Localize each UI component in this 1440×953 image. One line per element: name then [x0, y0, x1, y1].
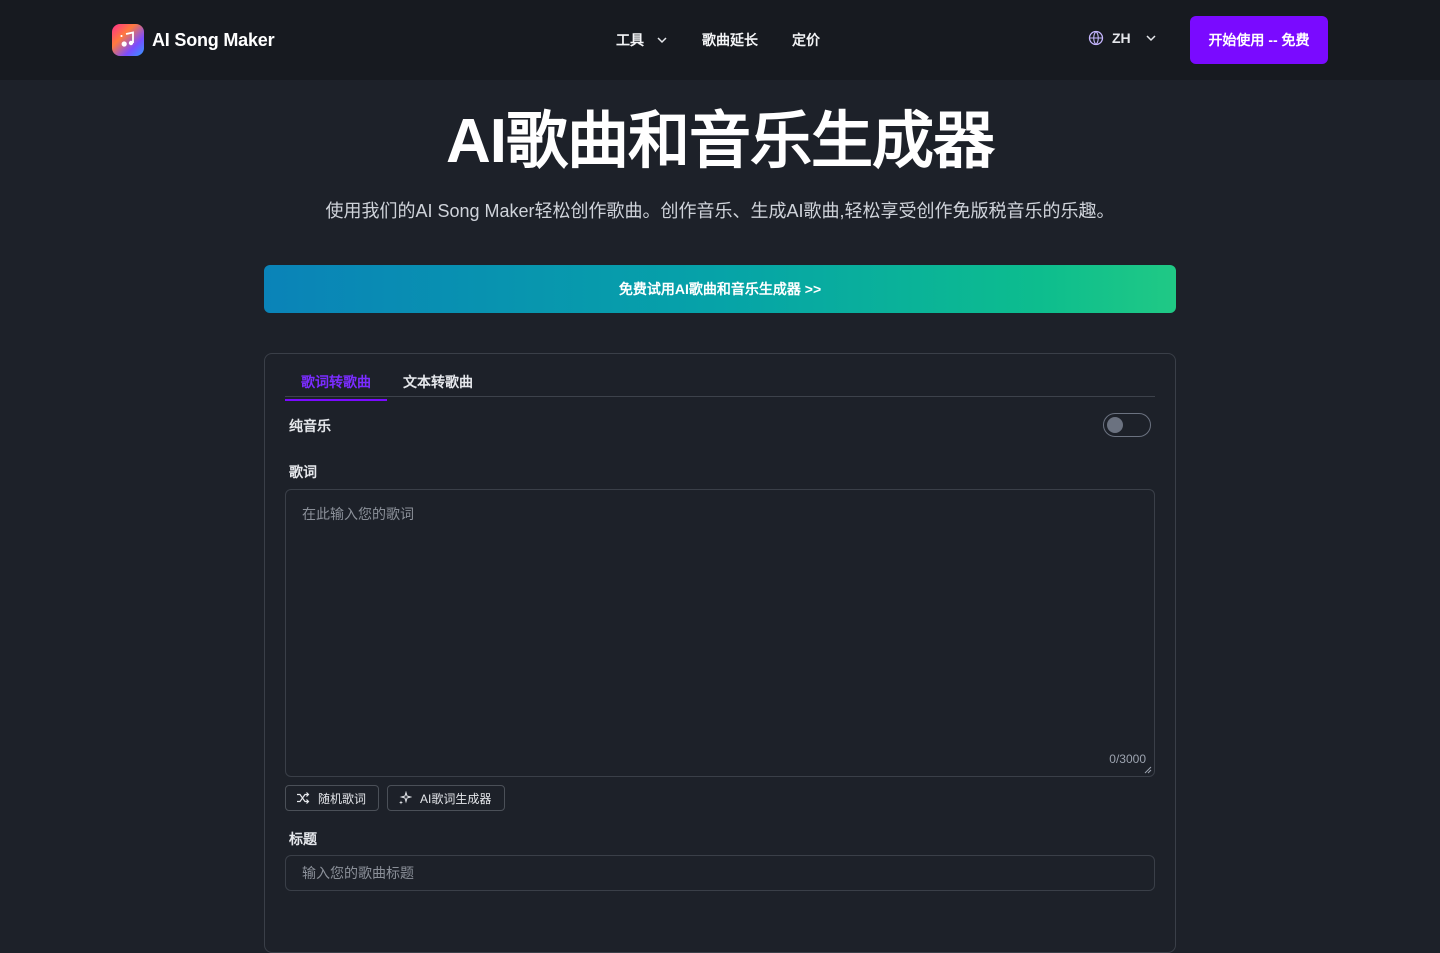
tab-lyrics-to-song[interactable]: 歌词转歌曲: [285, 372, 387, 401]
nav-tools[interactable]: 工具: [616, 30, 668, 50]
lyrics-input[interactable]: [286, 490, 1154, 776]
page-subtitle: 使用我们的AI Song Maker轻松创作歌曲。创作音乐、生成AI歌曲,轻松享…: [325, 201, 1115, 221]
instrumental-label: 纯音乐: [289, 418, 331, 434]
ai-lyrics-generator-button[interactable]: AI歌词生成器: [387, 785, 505, 811]
chevron-down-icon: [657, 37, 667, 44]
main-nav: 工具 歌曲延长 定价: [616, 30, 820, 50]
title-label: 标题: [289, 831, 317, 847]
language-selector[interactable]: ZH: [1088, 30, 1157, 46]
mode-tabs: 歌词转歌曲 文本转歌曲: [285, 370, 1155, 401]
lyrics-field-wrapper: 0/3000: [285, 489, 1155, 777]
music-note-logo-icon: [112, 24, 144, 56]
page-title: AI歌曲和音乐生成器: [445, 107, 995, 176]
nav-pricing-label: 定价: [792, 32, 820, 48]
shuffle-icon: [297, 792, 310, 804]
free-trial-banner[interactable]: 免费试用AI歌曲和音乐生成器 >>: [264, 265, 1176, 313]
song-title-input[interactable]: [285, 855, 1155, 891]
tab-text-to-song[interactable]: 文本转歌曲: [403, 372, 473, 392]
song-generator-form: 歌词转歌曲 文本转歌曲 纯音乐 歌词 0/3000 随机歌词 AI歌词生成器 标…: [264, 353, 1176, 953]
nav-pricing[interactable]: 定价: [792, 30, 820, 50]
chevron-down-icon: [1146, 35, 1156, 42]
sparkles-icon: [399, 791, 412, 805]
resize-handle-icon[interactable]: [1144, 766, 1152, 774]
random-lyrics-button[interactable]: 随机歌词: [285, 785, 379, 811]
language-code: ZH: [1112, 30, 1131, 46]
toggle-knob: [1107, 417, 1123, 433]
ai-lyrics-generator-label: AI歌词生成器: [420, 791, 492, 806]
nav-tools-label: 工具: [616, 32, 644, 48]
lyrics-label: 歌词: [289, 464, 317, 480]
get-started-free-button[interactable]: 开始使用 -- 免费: [1190, 16, 1328, 64]
nav-song-extend-label: 歌曲延长: [702, 32, 758, 48]
nav-song-extend[interactable]: 歌曲延长: [702, 30, 758, 50]
random-lyrics-label: 随机歌词: [318, 791, 367, 806]
brand-name: AI Song Maker: [152, 29, 275, 50]
globe-icon: [1088, 30, 1104, 46]
top-navbar: AI Song Maker 工具 歌曲延长 定价 ZH 开始使用 -- 免费: [0, 0, 1440, 80]
lyrics-char-counter: 0/3000: [1109, 752, 1146, 766]
instrumental-toggle[interactable]: [1103, 413, 1151, 437]
brand-logo[interactable]: AI Song Maker: [112, 24, 275, 56]
